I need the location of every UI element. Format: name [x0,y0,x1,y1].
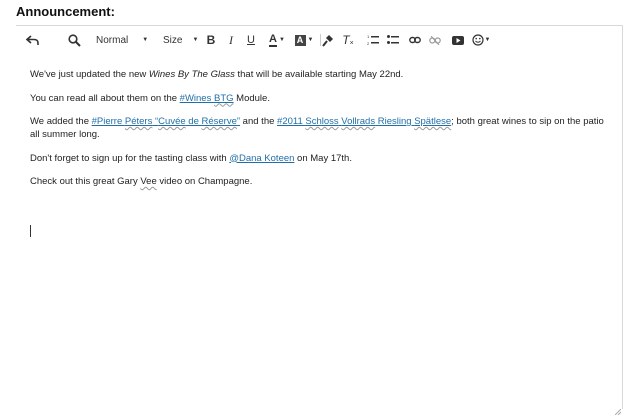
chevron-down-icon: ▼ [279,37,285,43]
text-color-button[interactable]: A ▼ [266,32,288,48]
background-color-button[interactable]: A ▼ [292,32,316,48]
paragraph-4: Don't forget to sign up for the tasting … [30,152,610,165]
chevron-down-icon: ▼ [307,37,314,43]
wines-btg-link[interactable]: #Wines BTG [180,93,234,104]
paragraph-3: We added the #Pierre Péters “Cuvée de Ré… [30,115,610,141]
link-text: Cuvée [158,116,186,127]
paragraph-2: You can read all about them on the #Wine… [30,92,610,105]
link-text: Riesling [375,116,415,127]
format-select[interactable]: Normal ▼ [96,32,152,48]
text: that will be available starting May 22nd… [234,69,404,80]
ordered-list-icon[interactable]: 12 [366,32,380,48]
underline-button[interactable]: U [244,32,258,48]
link-text: de [185,116,202,127]
paragraph-5: Check out this great Gary Vee video on C… [30,175,610,188]
dana-koteen-mention[interactable]: @Dana Koteen [229,153,294,164]
svg-text:2: 2 [367,41,370,46]
text: We added the [30,116,92,127]
page-title: Announcement: [16,4,115,19]
undo-icon[interactable] [24,32,40,48]
emoji-button[interactable]: ▼ [471,32,491,48]
emoji-icon [471,34,484,46]
video-icon[interactable] [451,32,465,48]
text: You can read all about them on the [30,92,180,104]
link-icon[interactable] [408,32,422,48]
editor-content[interactable]: We've just updated the new Wines By The … [30,68,610,199]
text: Check out this great Gary [30,176,141,187]
clear-format-button[interactable]: T × [341,32,355,48]
paragraph-1: We've just updated the new Wines By The … [30,68,610,81]
misspelled-text: Vee [140,176,157,187]
resize-handle[interactable] [614,402,622,416]
editor-toolbar: Normal ▼ Size ▼ B I U A ▼ A ▼ T × 1 2 ▼ [16,26,622,54]
background-color-icon: A [294,34,306,46]
text-color-icon: A [269,32,277,47]
format-painter-icon[interactable] [321,32,335,48]
search-icon[interactable] [66,32,82,48]
link-text: Schloss [305,116,339,127]
link-text: Spätlese [414,116,452,127]
clear-format-icon: T [342,33,350,47]
text: Module. [233,92,270,104]
pierre-peters-link[interactable]: #Pierre Péters “Cuvée de Réserve” [92,116,240,127]
chevron-down-icon: ▼ [192,37,199,43]
svg-text:1: 1 [367,34,370,39]
format-select-value: Normal [96,34,129,46]
unlink-icon[interactable] [428,32,442,48]
size-select-value: Size [163,34,183,46]
bold-button[interactable]: B [204,32,218,48]
rich-text-editor[interactable]: Normal ▼ Size ▼ B I U A ▼ A ▼ T × 1 2 ▼ … [16,25,623,416]
clear-x-icon: × [349,39,354,47]
link-text: #Wines [179,92,214,104]
schloss-vollrads-link[interactable]: #2011 Schloss Vollrads Riesling Spätlese [277,116,451,127]
bullet-list-icon[interactable] [386,32,400,48]
text: and the [240,116,278,127]
text: video on Champagne. [156,176,253,187]
chevron-down-icon: ▼ [142,37,149,43]
link-text: #Pierre [91,116,125,127]
size-select[interactable]: Size ▼ [163,32,203,48]
italic-text: Wines By The Glass [148,69,235,80]
link-text: Péters [124,116,153,127]
link-text: Réserve [201,116,237,127]
link-text: #2011 [277,116,306,127]
text-cursor [30,225,31,237]
text: Don't forget to sign up for the tasting … [30,152,230,164]
chevron-down-icon: ▼ [484,37,491,43]
text: We've just updated the new [30,69,149,80]
link-text: BTG [213,92,234,104]
text: on May 17th. [294,152,352,164]
link-text: Vollrads [341,116,376,127]
italic-button[interactable]: I [224,32,238,48]
